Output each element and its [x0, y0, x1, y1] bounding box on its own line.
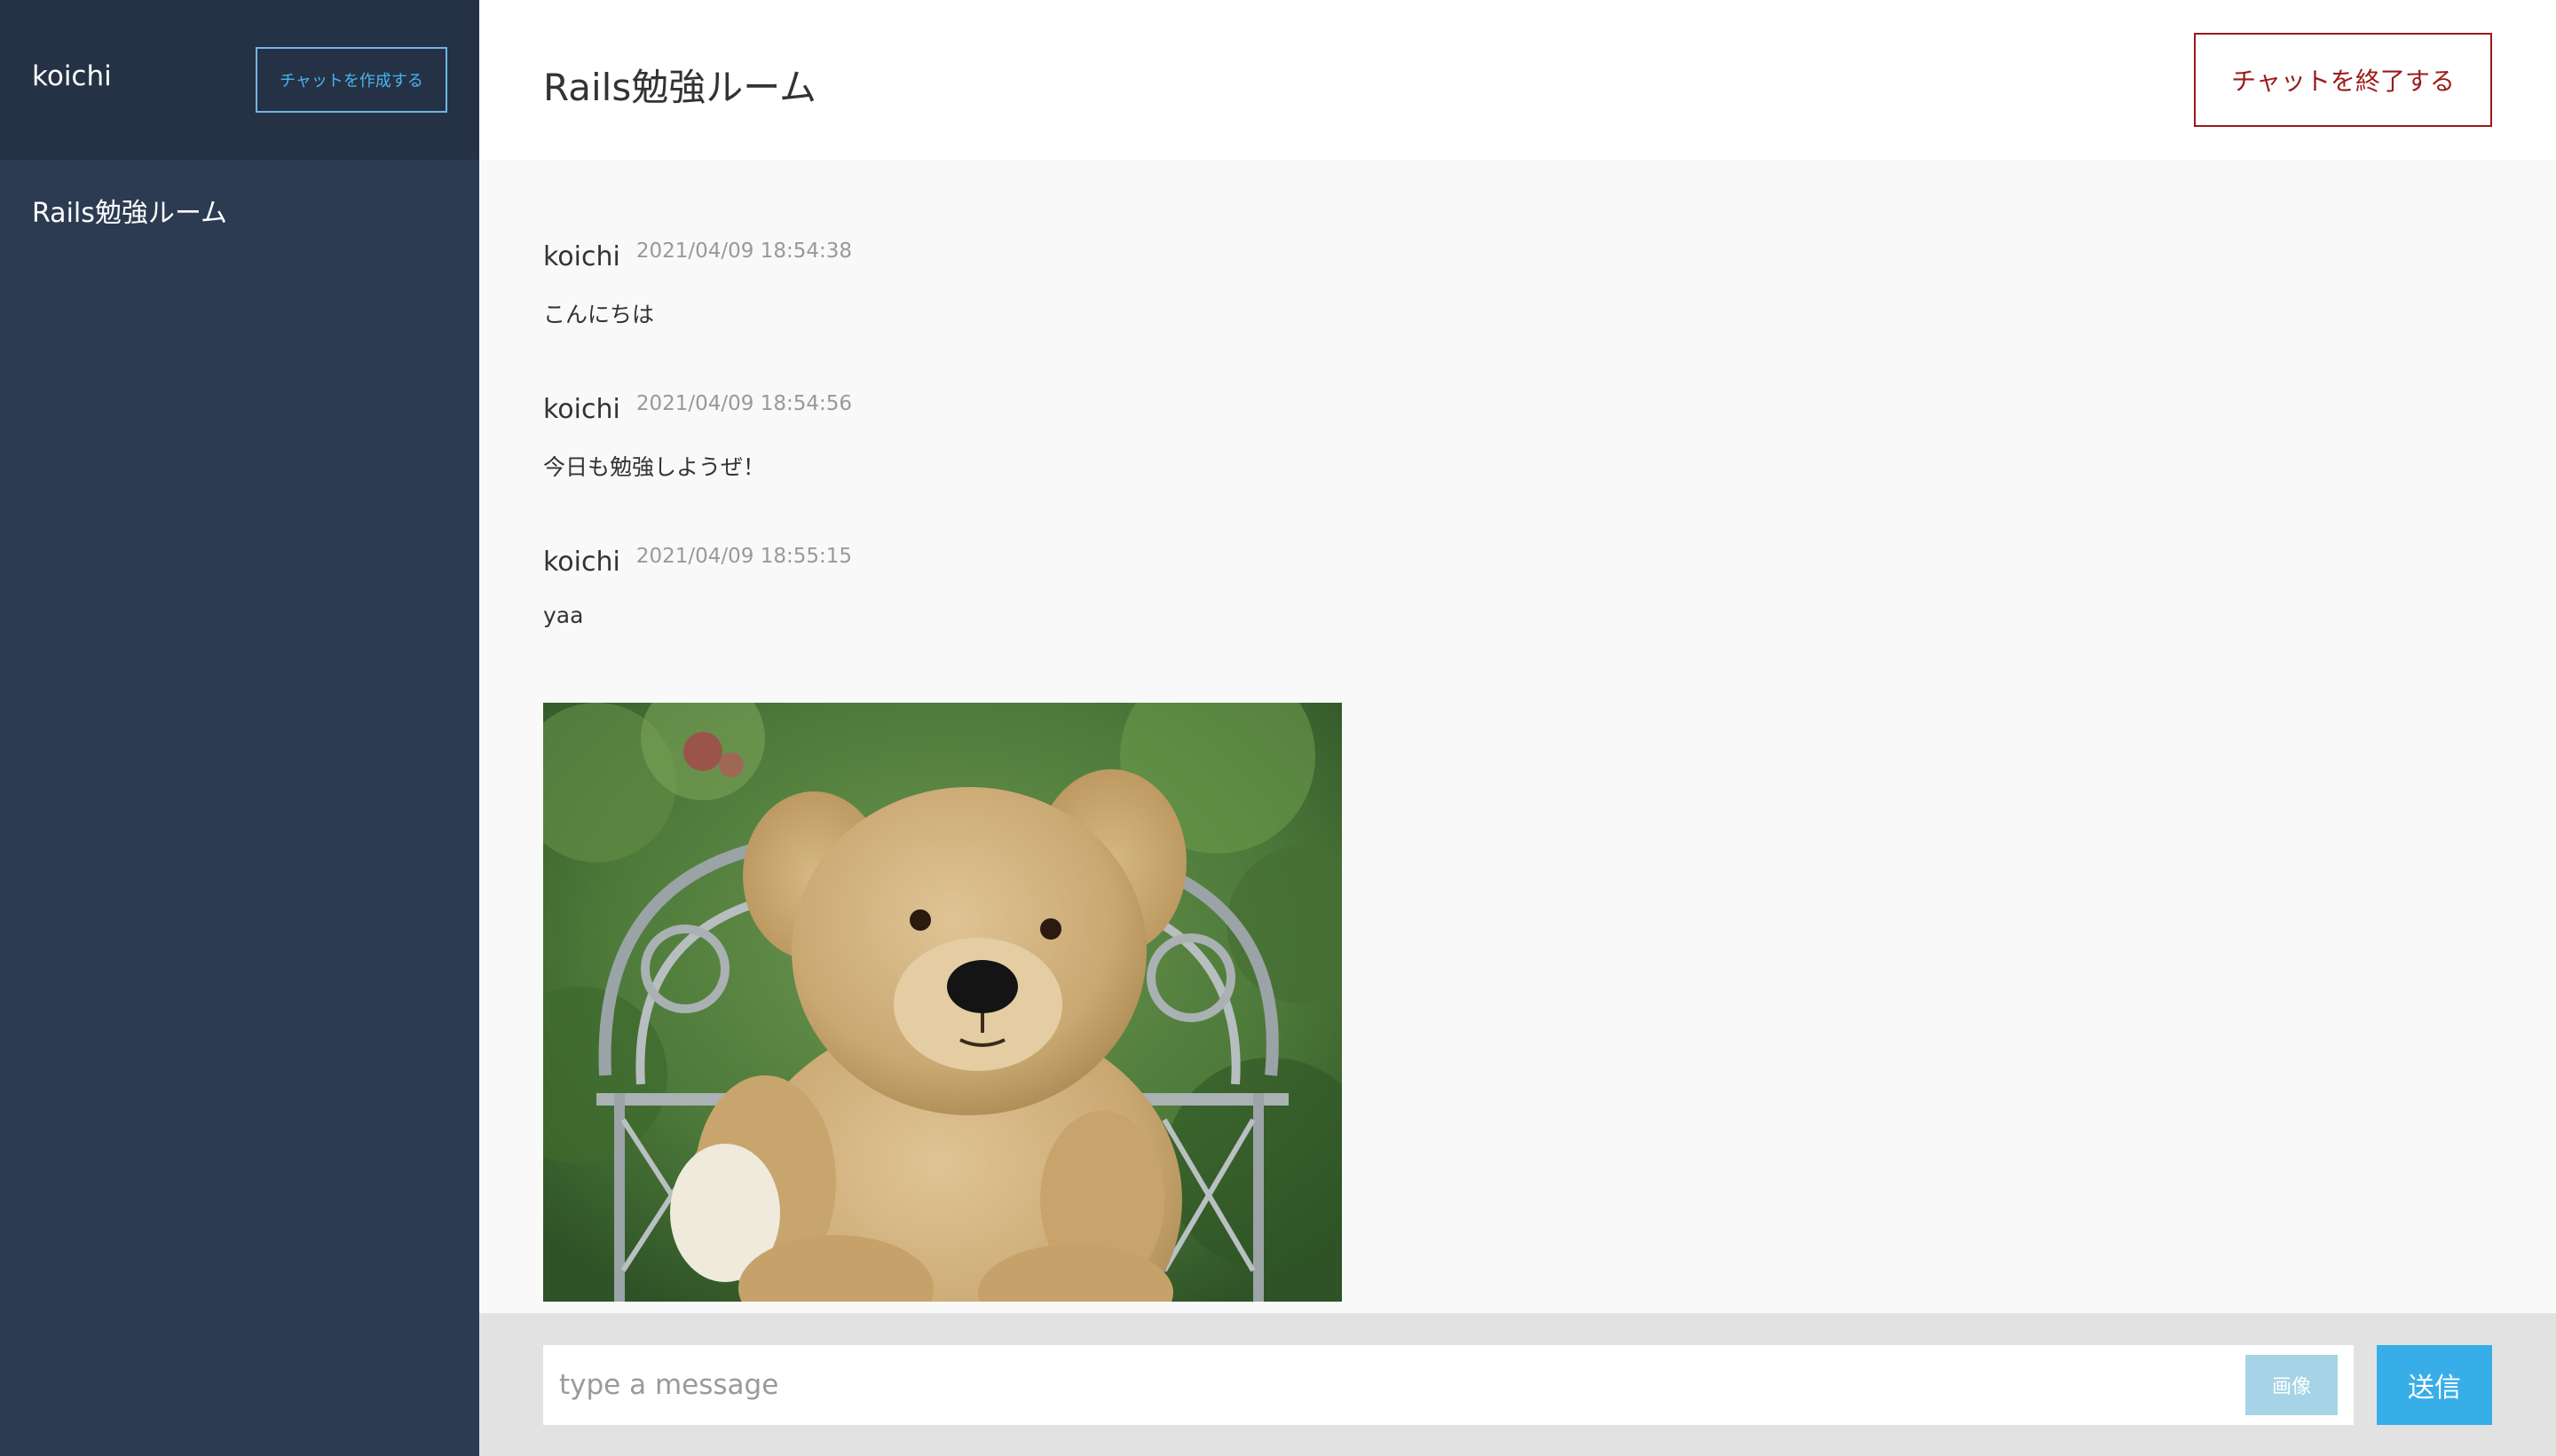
- end-chat-button[interactable]: チャットを終了する: [2194, 33, 2492, 127]
- message-header: koichi 2021/04/09 18:54:38: [543, 240, 853, 272]
- message-timestamp: 2021/04/09 18:54:56: [635, 392, 853, 415]
- message-text: yaa: [543, 602, 584, 628]
- chat-header: Rails勉強ルーム チャットを終了する: [479, 0, 2556, 160]
- message-text: こんにちは: [543, 302, 655, 327]
- message-composer: 画像 送信: [479, 1313, 2556, 1456]
- message-header: koichi 2021/04/09 18:54:56: [543, 392, 853, 425]
- sidebar-header: koichi チャットを作成する: [0, 0, 479, 160]
- send-button[interactable]: 送信: [2377, 1344, 2492, 1425]
- message-item: koichi 2021/04/09 18:55:15 yaa: [543, 545, 853, 628]
- sidebar: koichi チャットを作成する Rails勉強ルーム: [0, 0, 479, 1456]
- create-chat-button[interactable]: チャットを作成する: [256, 47, 447, 113]
- message-header: koichi 2021/04/09 18:55:15: [543, 545, 853, 578]
- message-item: koichi 2021/04/09 18:54:38 こんにちは: [543, 240, 853, 329]
- message-timestamp: 2021/04/09 18:54:38: [635, 240, 853, 263]
- message-text: 今日も勉強しようぜ！: [543, 454, 766, 480]
- message-timestamp: 2021/04/09 18:55:15: [635, 545, 853, 568]
- message-item: koichi 2021/04/09 18:54:56 今日も勉強しようぜ！: [543, 392, 853, 482]
- chat-main: Rails勉強ルーム チャットを終了する koichi 2021/04/09 1…: [479, 0, 2556, 1456]
- message-list[interactable]: koichi 2021/04/09 18:54:38 こんにちは koichi …: [543, 160, 2496, 1304]
- message-user: koichi: [543, 547, 620, 578]
- current-user-name: koichi: [32, 60, 112, 92]
- room-list-item[interactable]: Rails勉強ルーム: [0, 192, 479, 236]
- image-upload-button[interactable]: 画像: [2245, 1354, 2338, 1415]
- room-list: Rails勉強ルーム: [0, 160, 479, 236]
- message-input-wrapper: 画像: [543, 1344, 2354, 1425]
- message-input[interactable]: [543, 1344, 2354, 1425]
- message-user: koichi: [543, 394, 620, 425]
- message-image: [543, 703, 1342, 1302]
- room-title: Rails勉強ルーム: [543, 65, 816, 109]
- message-user: koichi: [543, 241, 620, 272]
- app-root: koichi チャットを作成する Rails勉強ルーム Rails勉強ルーム チ…: [0, 0, 2556, 1456]
- teddy-bear-photo: [543, 703, 1342, 1302]
